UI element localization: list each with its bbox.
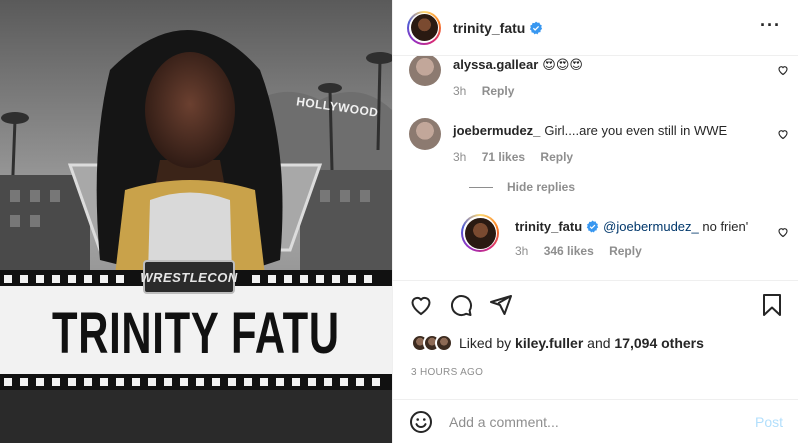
post-comment-button[interactable]: Post	[755, 414, 783, 430]
verified-badge-icon	[530, 21, 543, 34]
liker-avatar[interactable]	[435, 334, 453, 352]
heart-icon[interactable]	[409, 293, 433, 317]
badge-text: WRESTLECON	[140, 269, 238, 285]
reply-mention-link[interactable]: @joebermudez_	[603, 219, 699, 234]
reply-likes[interactable]: 346 likes	[544, 244, 594, 258]
liker-username[interactable]: kiley.fuller	[515, 335, 583, 351]
post-image[interactable]: HOLLYWOOD WRESTLECON TRINITY FATU	[0, 0, 392, 443]
reply-author-avatar[interactable]	[461, 214, 499, 252]
like-comment-heart-icon[interactable]	[777, 226, 789, 238]
comment-icon[interactable]	[449, 293, 473, 317]
like-comment-heart-icon[interactable]	[777, 64, 789, 76]
add-comment-bar: Post	[393, 399, 798, 443]
poster-title: TRINITY FATU	[0, 288, 392, 378]
comment-time: 3h	[453, 150, 467, 164]
author-avatar[interactable]	[407, 10, 441, 45]
share-icon[interactable]	[489, 293, 513, 317]
emoji-icon[interactable]	[409, 410, 433, 434]
post-timestamp[interactable]: 3 HOURS AGO	[411, 367, 483, 378]
reply-username[interactable]: trinity_fatu	[515, 219, 582, 234]
reply-time: 3h	[515, 244, 529, 258]
reply-button[interactable]: Reply	[609, 244, 642, 258]
reply-button[interactable]: Reply	[482, 84, 515, 98]
likes-count-link[interactable]: 17,094 others	[614, 335, 704, 351]
reply-text: no frien'	[698, 219, 749, 234]
commenter-avatar[interactable]	[409, 118, 441, 150]
like-comment-heart-icon[interactable]	[777, 128, 789, 140]
likes-middle: and	[583, 335, 615, 351]
comment-text: Girl....are you even still in WWE	[544, 123, 728, 138]
bookmark-icon[interactable]	[761, 293, 783, 317]
poster-title-text: TRINITY FATU	[52, 300, 340, 366]
hide-replies-label: Hide replies	[507, 180, 576, 194]
post-panel: trinity_fatu ··· alyssa.gallear 😍😍😍 3h Re…	[392, 0, 798, 443]
author-username[interactable]: trinity_fatu	[453, 20, 525, 36]
commenter-avatar[interactable]	[409, 56, 441, 86]
comments-list[interactable]: alyssa.gallear 😍😍😍 3h Reply joebermudez_ G…	[393, 56, 798, 274]
post-header: trinity_fatu ···	[393, 0, 798, 56]
comment-likes[interactable]: 71 likes	[482, 150, 525, 164]
more-horizontal-icon[interactable]: ···	[760, 16, 781, 34]
likes-prefix: Liked by	[459, 335, 516, 351]
hide-replies-button[interactable]: Hide replies	[469, 180, 575, 194]
comment-username[interactable]: joebermudez_	[453, 123, 540, 138]
comment-time: 3h	[453, 84, 467, 98]
verified-badge-icon	[586, 220, 599, 233]
reply-button[interactable]: Reply	[540, 150, 573, 164]
likes-summary: Liked by kiley.fuller and 17,094 others	[411, 334, 704, 352]
comment-text: 😍😍😍	[542, 57, 583, 72]
action-bar	[393, 280, 798, 330]
comment-username[interactable]: alyssa.gallear	[453, 57, 538, 72]
comment-input[interactable]	[449, 413, 729, 430]
